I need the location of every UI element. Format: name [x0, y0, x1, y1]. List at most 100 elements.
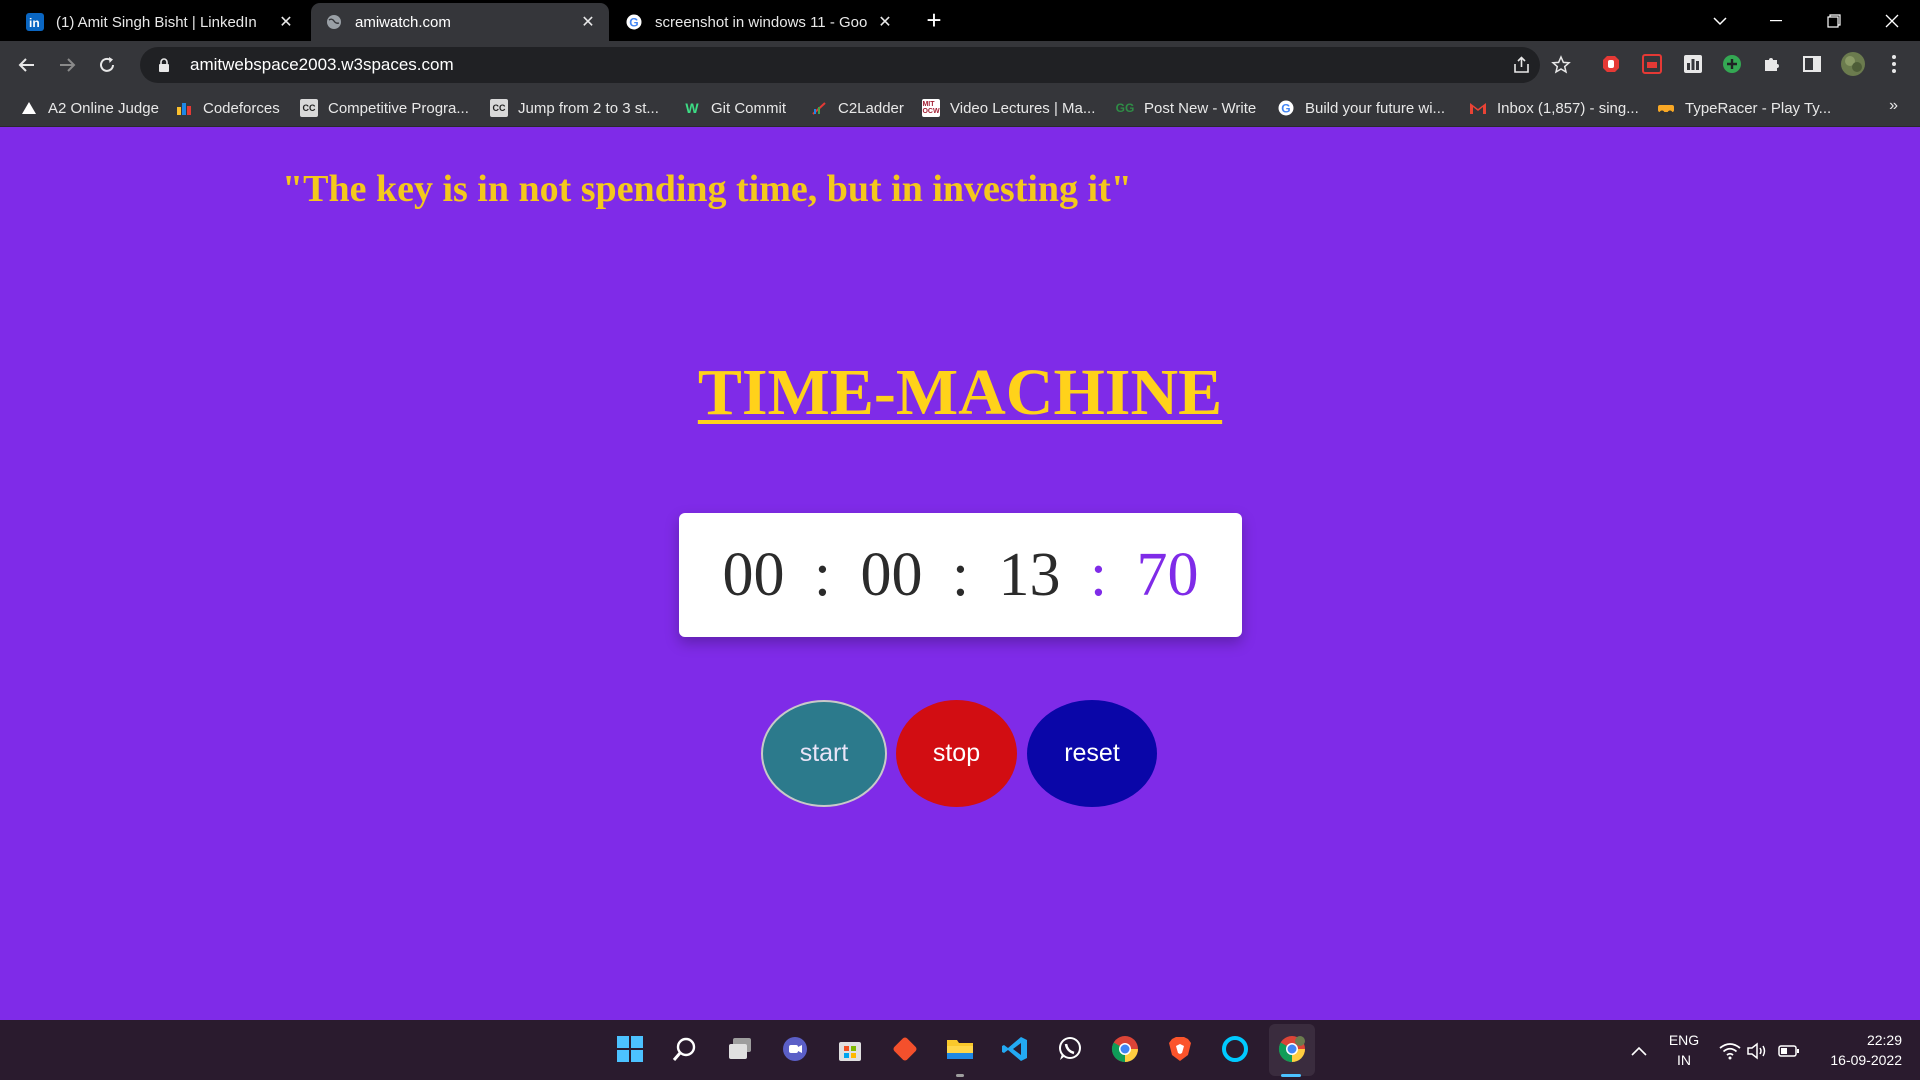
windows-start-icon[interactable]	[613, 1032, 647, 1066]
more-bookmarks-icon[interactable]: »	[1889, 97, 1898, 115]
bookmark-video-lectures[interactable]: MIT OCW Video Lectures | Ma...	[922, 97, 1095, 119]
task-view-icon[interactable]	[723, 1032, 757, 1066]
microsoft-store-icon[interactable]	[833, 1032, 867, 1066]
volume-icon[interactable]	[1744, 1034, 1770, 1068]
bookmark-git-commit[interactable]: W Git Commit	[683, 97, 786, 119]
time-separator: :	[1089, 540, 1108, 609]
tab-search-icon[interactable]	[1692, 0, 1748, 41]
milliseconds-value: 70	[1136, 540, 1199, 609]
show-hidden-icons-icon[interactable]	[1624, 1034, 1654, 1068]
tab-title: screenshot in windows 11 - Goog	[655, 13, 868, 31]
input-language-indicator[interactable]: ENG IN	[1664, 1030, 1704, 1070]
linkedin-icon: in	[26, 13, 44, 31]
bookmark-codeforces[interactable]: Codeforces	[175, 97, 280, 119]
reset-button[interactable]: reset	[1027, 700, 1157, 807]
share-icon[interactable]	[1507, 50, 1537, 80]
chrome-icon[interactable]	[1108, 1032, 1142, 1066]
new-tab-button[interactable]: +	[920, 5, 948, 35]
svg-text:in: in	[29, 16, 40, 30]
bookmark-label: Video Lectures | Ma...	[950, 99, 1096, 117]
chrome-menu-icon[interactable]	[1881, 51, 1907, 77]
brave-icon[interactable]	[1163, 1032, 1197, 1066]
cc-icon: CC	[300, 99, 318, 117]
a2-icon	[20, 99, 38, 117]
region-code: IN	[1677, 1052, 1691, 1068]
extension-plus-icon[interactable]	[1719, 51, 1745, 77]
whatsapp-icon[interactable]	[1053, 1032, 1087, 1066]
extension-hand-icon[interactable]	[1598, 51, 1624, 77]
svg-text:G: G	[629, 16, 638, 30]
bookmark-star-icon[interactable]	[1546, 50, 1576, 80]
extensions-puzzle-icon[interactable]	[1759, 51, 1785, 77]
minimize-button[interactable]	[1748, 0, 1804, 41]
side-panel-icon[interactable]	[1799, 51, 1825, 77]
vscode-icon[interactable]	[998, 1032, 1032, 1066]
globe-icon	[325, 13, 343, 31]
extension-box-icon[interactable]	[1639, 51, 1665, 77]
chrome-active-icon[interactable]	[1275, 1032, 1309, 1066]
close-window-button[interactable]	[1864, 0, 1920, 41]
lock-icon[interactable]	[156, 57, 172, 73]
tab-google-search[interactable]: G screenshot in windows 11 - Goog ✕	[611, 3, 906, 41]
wifi-icon[interactable]	[1716, 1034, 1744, 1068]
url-text: amitwebspace2003.w3spaces.com	[190, 55, 454, 74]
close-tab-icon[interactable]: ✕	[876, 13, 894, 31]
bookmark-label: Codeforces	[203, 99, 280, 117]
alexa-icon[interactable]	[1218, 1032, 1252, 1066]
bookmark-build-your-future[interactable]: G Build your future wi...	[1277, 97, 1445, 119]
svg-text:G: G	[1281, 102, 1290, 116]
back-button[interactable]	[12, 50, 42, 80]
bookmark-c2ladder[interactable]: C2Ladder	[810, 97, 904, 119]
gmail-icon	[1469, 99, 1487, 117]
forward-button[interactable]	[52, 50, 82, 80]
minutes-value: 00	[860, 540, 923, 609]
running-indicator	[956, 1074, 964, 1077]
bookmarks-bar: A2 Online Judge Codeforces CC Competitiv…	[0, 89, 1920, 127]
mit-icon: MIT OCW	[922, 99, 940, 117]
bookmark-label: TypeRacer - Play Ty...	[1685, 99, 1832, 117]
page-content: "The key is in not spending time, but in…	[0, 127, 1920, 1020]
bookmark-competitive-programming[interactable]: CC Competitive Progra...	[300, 97, 469, 119]
tab-strip: in (1) Amit Singh Bisht | LinkedIn ✕ ami…	[0, 0, 1920, 41]
bookmark-label: Jump from 2 to 3 st...	[518, 99, 659, 117]
address-bar[interactable]: amitwebspace2003.w3spaces.com	[140, 47, 1540, 83]
clock[interactable]: 22:29 16-09-2022	[1812, 1030, 1902, 1070]
bookmark-label: Build your future wi...	[1305, 99, 1446, 117]
bookmark-inbox[interactable]: Inbox (1,857) - sing...	[1469, 97, 1639, 119]
teams-chat-icon[interactable]	[778, 1032, 812, 1066]
quote-text: "The key is in not spending time, but in…	[282, 168, 1132, 210]
bookmark-post-new-write[interactable]: GG Post New - Write	[1116, 97, 1257, 119]
time-separator: :	[951, 540, 970, 609]
tab-title: amiwatch.com	[355, 13, 451, 31]
bookmark-a2-online-judge[interactable]: A2 Online Judge	[20, 97, 159, 119]
hours-value: 00	[722, 540, 785, 609]
language-code: ENG	[1668, 1032, 1700, 1048]
stop-button[interactable]: stop	[896, 700, 1017, 807]
reload-button[interactable]	[92, 50, 122, 80]
battery-icon[interactable]	[1776, 1034, 1802, 1068]
tab-linkedin[interactable]: in (1) Amit Singh Bisht | LinkedIn ✕	[12, 3, 307, 41]
typeracer-icon	[1657, 99, 1675, 117]
bookmark-label: C2Ladder	[838, 99, 904, 117]
bookmark-label: A2 Online Judge	[48, 99, 159, 117]
google-icon: G	[1277, 99, 1295, 117]
search-icon[interactable]	[668, 1032, 702, 1066]
file-explorer-icon[interactable]	[943, 1032, 977, 1066]
extension-chart-icon[interactable]	[1680, 51, 1706, 77]
tab-amiwatch[interactable]: amiwatch.com ✕	[311, 3, 609, 41]
tab-title: (1) Amit Singh Bisht | LinkedIn	[56, 13, 257, 31]
time-separator: :	[813, 540, 832, 609]
profile-avatar[interactable]	[1840, 51, 1866, 77]
bookmark-jump-from-2-to-3[interactable]: CC Jump from 2 to 3 st...	[490, 97, 659, 119]
git-icon[interactable]	[888, 1032, 922, 1066]
restore-button[interactable]	[1806, 0, 1862, 41]
bookmark-typeracer[interactable]: TypeRacer - Play Ty...	[1657, 97, 1831, 119]
close-tab-icon[interactable]: ✕	[579, 13, 597, 31]
bookmark-label: Competitive Progra...	[328, 99, 469, 117]
page-title: TIME-MACHINE	[697, 356, 1223, 429]
ladder-icon	[810, 99, 828, 117]
close-tab-icon[interactable]: ✕	[277, 13, 295, 31]
windows-taskbar: ENG IN 22:29 16-09-2022	[0, 1020, 1920, 1080]
start-button[interactable]: start	[761, 700, 887, 807]
codeforces-icon	[175, 99, 193, 117]
